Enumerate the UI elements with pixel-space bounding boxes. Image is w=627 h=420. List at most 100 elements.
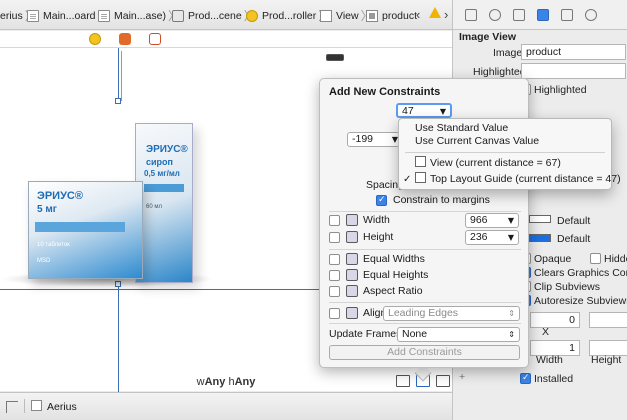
color-default-2[interactable]: Default [557, 233, 590, 245]
inspector-tab-bar [453, 0, 627, 30]
exit-icon[interactable] [149, 33, 161, 45]
syrup-brand-text: ЭРИУС® [146, 144, 188, 155]
selection-bottom-edge [0, 289, 320, 290]
equal-heights-row[interactable]: Equal Heights [329, 267, 428, 283]
syrup-type-text: сироп [146, 157, 173, 167]
clip-subviews-label: Clip Subviews [534, 281, 600, 293]
aspect-ratio-label: Aspect Ratio [363, 285, 423, 297]
highlighted-checkbox-label: Highlighted [534, 84, 587, 96]
left-spacing-value: -199 [352, 133, 374, 145]
opaque-label: Opaque [534, 253, 572, 265]
height-value: 236 [470, 231, 488, 243]
size-class-control[interactable]: wAny hAny [0, 376, 452, 388]
equal-heights-icon [346, 269, 358, 281]
scene-label[interactable]: Aerius [47, 401, 77, 413]
highlighted-field[interactable] [521, 63, 626, 79]
attributes-inspector-icon[interactable] [537, 9, 549, 21]
top-constraint-line [118, 48, 119, 101]
controller-icon [246, 9, 258, 22]
image-view-icon [366, 9, 378, 22]
crumb-storyboard-base-label: Main...ase) [114, 9, 166, 22]
align-row[interactable]: Align [329, 305, 386, 321]
menu-separator [405, 152, 605, 153]
stepper-arrows-icon: ⇕ [508, 309, 515, 318]
document-icon [31, 400, 42, 411]
width-value: 966 [470, 214, 488, 226]
menu-item-canvas-value[interactable]: Use Current Canvas Value [399, 134, 611, 149]
popover-divider [329, 302, 521, 303]
back-chevron-icon[interactable]: ‹ [416, 7, 420, 22]
update-frames-value: None [402, 328, 428, 340]
equal-widths-row[interactable]: Equal Widths [329, 251, 425, 267]
menu-item-view[interactable]: View (current distance = 67) [399, 156, 611, 171]
clears-graphics-label: Clears Graphics Conte [534, 267, 627, 279]
equal-widths-icon [346, 253, 358, 265]
first-responder-icon[interactable] [119, 33, 131, 45]
equal-widths-label: Equal Widths [363, 253, 425, 265]
size-inspector-icon[interactable] [561, 9, 573, 21]
color-default-1[interactable]: Default [557, 215, 590, 227]
image-field[interactable]: product [521, 44, 626, 60]
help-inspector-icon[interactable] [489, 9, 501, 21]
width-checkbox[interactable] [329, 214, 340, 226]
outline-toggle-icon[interactable] [6, 401, 18, 413]
file-inspector-icon[interactable] [465, 9, 477, 21]
popover-divider [329, 323, 521, 324]
height-value-combo[interactable]: 236 ▼ [465, 230, 519, 245]
equal-heights-label: Equal Heights [363, 269, 429, 281]
x-field[interactable]: 0 [530, 312, 580, 328]
add-variation-button[interactable]: + [459, 371, 465, 383]
connections-inspector-icon[interactable] [585, 9, 597, 21]
warning-icon[interactable] [429, 7, 441, 18]
aspect-ratio-checkbox[interactable] [329, 285, 340, 297]
menu-item-top-layout-guide[interactable]: ✓ Top Layout Guide (current distance = 4… [399, 172, 621, 187]
top-spacing-combo[interactable]: 47 ▼ [396, 103, 452, 118]
view-controller-icon[interactable] [89, 33, 101, 45]
view-icon [415, 156, 426, 167]
width-row[interactable]: Width [329, 212, 390, 228]
syrup-volume-text: 60 мл [146, 204, 162, 210]
resolve-button-icon[interactable] [436, 375, 450, 387]
constrain-margins-checkbox[interactable] [376, 194, 387, 206]
top-spacing-value: 47 [402, 105, 414, 117]
update-frames-label: Update Frames [329, 328, 402, 340]
crumb-product[interactable]: product [366, 8, 417, 23]
add-constraints-button[interactable]: Add Constraints [329, 345, 520, 360]
storyboard-icon [27, 9, 39, 22]
update-frames-combo[interactable]: None ⇕ [397, 327, 520, 342]
size-class-w-prefix: w [196, 376, 205, 388]
menu-item-top-layout-label: Top Layout Guide (current distance = 47) [430, 173, 621, 185]
width-value-combo[interactable]: 966 ▼ [465, 213, 519, 228]
popover-title: Add New Constraints [329, 86, 441, 98]
equal-widths-checkbox[interactable] [329, 253, 340, 265]
highlighted-label: Highlighted [473, 66, 526, 78]
forward-chevron-icon[interactable]: › [444, 7, 448, 22]
align-icon [346, 307, 358, 319]
aspect-ratio-row[interactable]: Aspect Ratio [329, 283, 423, 299]
height-row[interactable]: Height [329, 229, 393, 245]
height-checkbox[interactable] [329, 231, 340, 243]
width-constraint-icon [346, 214, 358, 226]
stepper-arrows-icon: ⇕ [508, 330, 515, 339]
y-field[interactable] [589, 312, 627, 328]
autoresize-label: Autoresize Subviews [534, 295, 627, 307]
equal-heights-checkbox[interactable] [329, 269, 340, 281]
left-spacing-combo[interactable]: -199 ▼ [347, 132, 403, 147]
constrain-margins-row[interactable]: Constrain to margins [376, 192, 490, 208]
installed-checkbox[interactable] [520, 373, 531, 384]
identity-inspector-icon[interactable] [513, 9, 525, 21]
update-frames-row: Update Frames [329, 326, 401, 342]
checkmark-icon: ✓ [403, 174, 412, 185]
align-checkbox[interactable] [329, 307, 340, 319]
tint-swatch[interactable] [529, 215, 551, 223]
resize-handle-top[interactable] [115, 98, 121, 104]
background-swatch[interactable] [529, 234, 551, 242]
menu-item-view-label: View (current distance = 67) [430, 157, 561, 169]
outline-bottom-bar: Aerius [0, 392, 452, 420]
dropdown-arrow-icon: ▼ [439, 107, 446, 116]
menu-item-standard-label: Use Standard Value [415, 122, 509, 134]
hidden-checkbox[interactable] [590, 253, 601, 264]
align-value-combo[interactable]: Leading Edges ⇕ [383, 306, 520, 321]
hidden-label: Hidde [604, 253, 627, 265]
stack-button-icon[interactable] [396, 375, 410, 387]
